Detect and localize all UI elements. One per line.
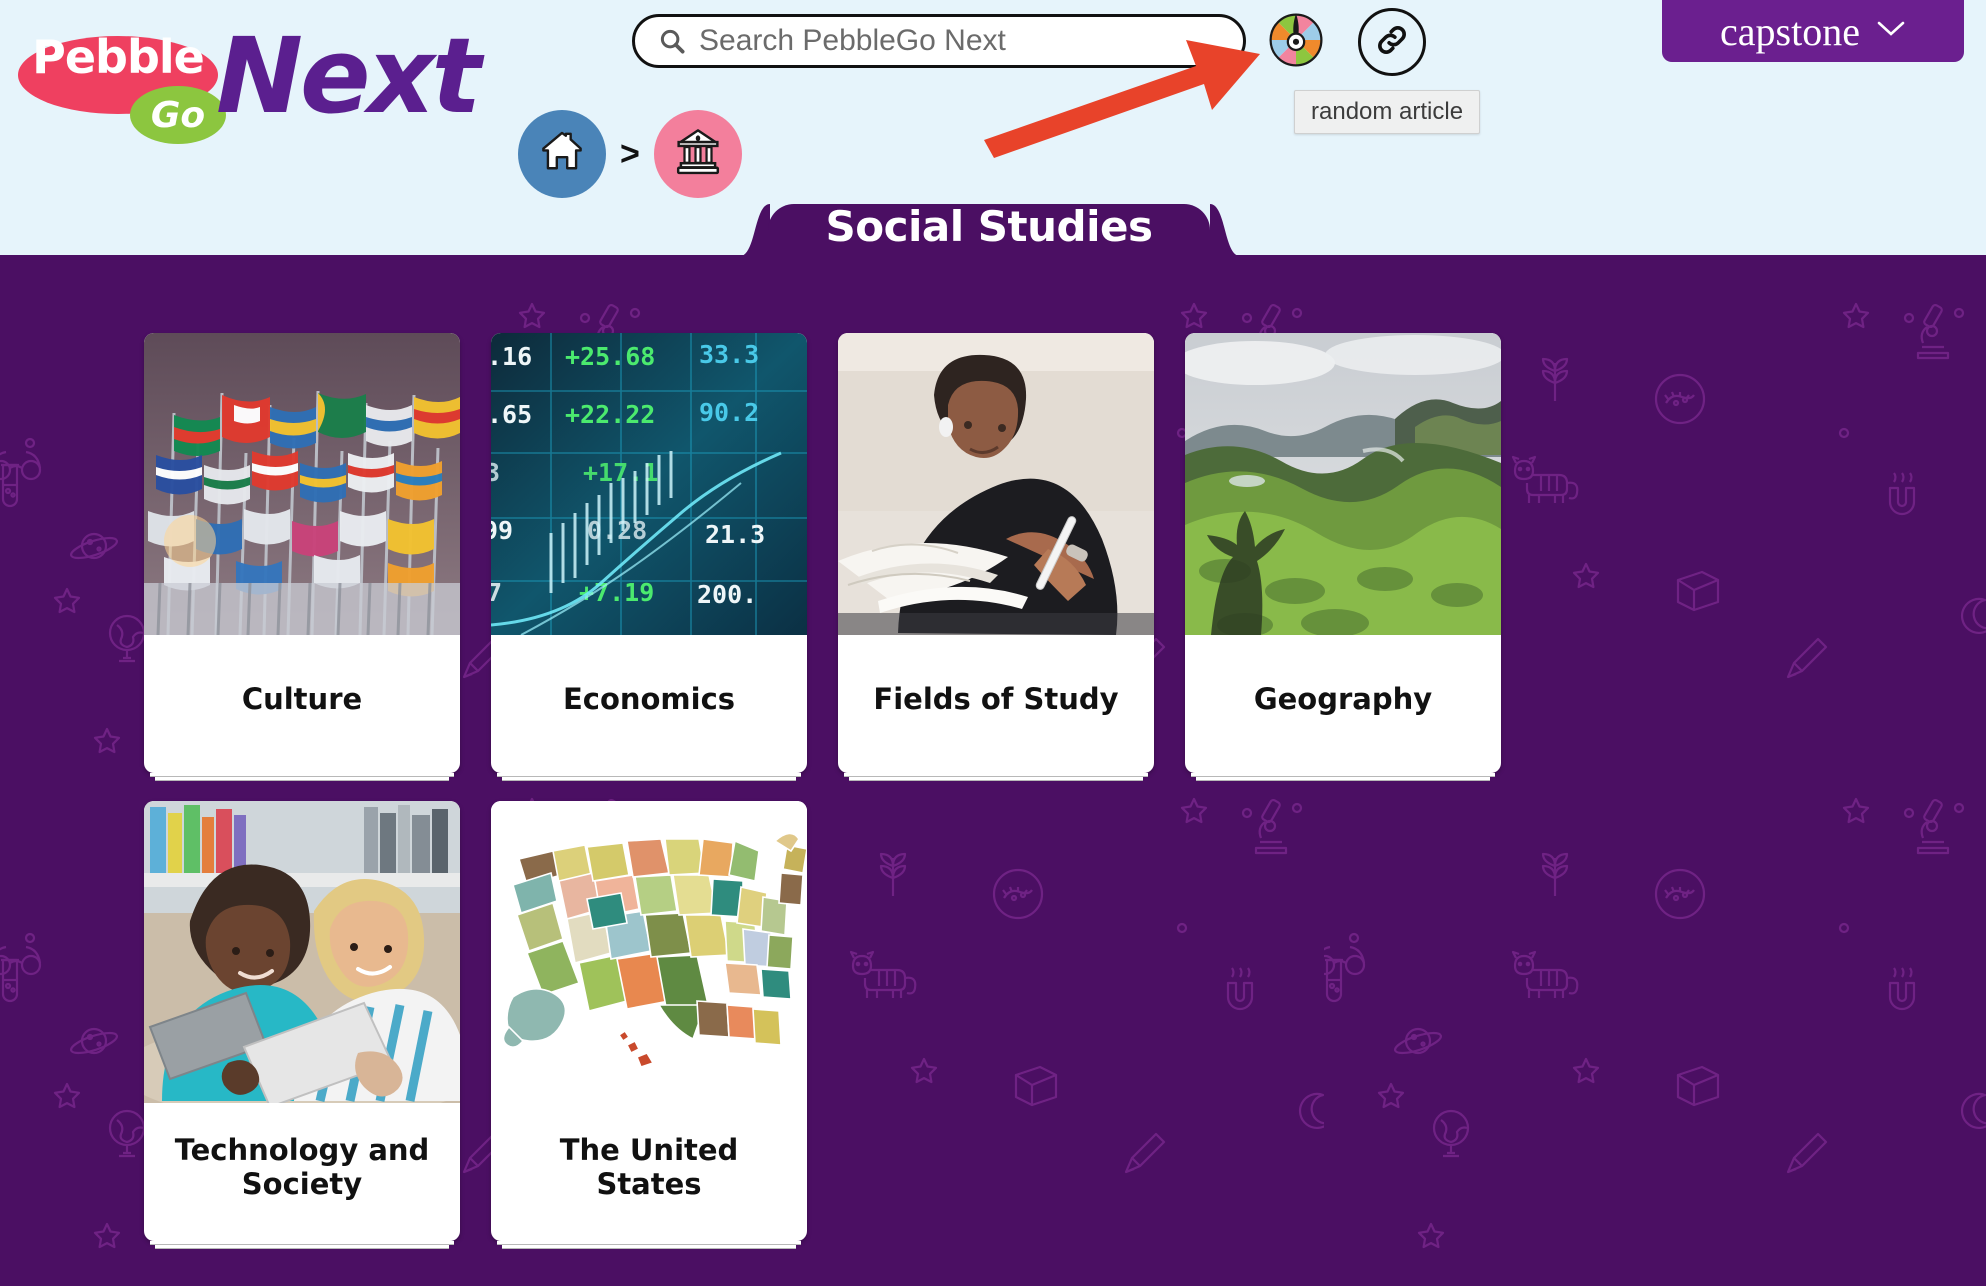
- card-stack-effect: [1191, 773, 1495, 787]
- subject-tab-social-studies[interactable]: Social Studies: [768, 201, 1210, 256]
- world-flags-photo: [144, 333, 460, 635]
- chevron-down-icon: [1876, 20, 1906, 43]
- svg-text:+22.22: +22.22: [565, 400, 655, 429]
- breadcrumb-item-social-studies[interactable]: [653, 110, 742, 198]
- svg-text:.16: .16: [491, 342, 532, 371]
- logo-next-text: Next: [216, 15, 481, 137]
- svg-text:99: 99: [491, 516, 513, 545]
- random-article-tooltip: random article: [1294, 90, 1481, 134]
- card-stack-effect: [150, 1241, 454, 1255]
- category-card-technology-and-society[interactable]: Technology and Society: [144, 801, 460, 1249]
- svg-text:.65: .65: [491, 400, 532, 429]
- breadcrumb-separator: >: [620, 134, 640, 173]
- svg-text:+25.68: +25.68: [565, 342, 655, 371]
- search-bar[interactable]: [632, 14, 1246, 68]
- spinner-wheel-icon: [1267, 11, 1325, 74]
- category-card-economics[interactable]: .16 +25.68 33.3 .65 +22.22 90.2 3 +17.1 …: [491, 333, 807, 781]
- category-card-label: Fields of Study: [873, 681, 1119, 716]
- capstone-menu-button[interactable]: capstone: [1662, 0, 1964, 62]
- subject-tab-right-ear: [1210, 204, 1240, 256]
- card-stack-effect: [497, 773, 801, 787]
- category-card-geography[interactable]: Geography: [1185, 333, 1501, 781]
- svg-text:200.: 200.: [697, 580, 757, 609]
- category-card-grid: Culture .16 +25.68 33.3 .65 +22.22 90.2 …: [144, 333, 1834, 1249]
- svg-text:0.28: 0.28: [587, 516, 647, 545]
- logo-pebble-text: Pebble: [32, 30, 205, 84]
- home-icon: [536, 126, 588, 183]
- category-card-fields-of-study[interactable]: Fields of Study: [838, 333, 1154, 781]
- main-content: Culture .16 +25.68 33.3 .65 +22.22 90.2 …: [0, 255, 1986, 1286]
- stock-ticker-photo: .16 +25.68 33.3 .65 +22.22 90.2 3 +17.1 …: [491, 333, 807, 635]
- category-card-label: The United States: [559, 1132, 739, 1201]
- category-card-label: Technology and Society: [174, 1132, 430, 1201]
- subject-tab-left-ear: [740, 204, 770, 256]
- card-stack-effect: [844, 773, 1148, 787]
- kids-with-tablets-photo: [144, 801, 460, 1103]
- united-states-map-illustration: [491, 801, 807, 1103]
- svg-text:33.3: 33.3: [699, 340, 759, 369]
- category-card-label: Geography: [1253, 681, 1433, 716]
- random-article-button[interactable]: [1262, 8, 1330, 76]
- breadcrumb-item-home[interactable]: [518, 110, 606, 198]
- category-card-the-united-states[interactable]: The United States: [491, 801, 807, 1249]
- category-card-label: Economics: [562, 681, 736, 716]
- page-header: Pebble Go Next > Search PebbleGo Next ra…: [0, 0, 1986, 256]
- search-input[interactable]: [699, 24, 1219, 58]
- svg-text:90.2: 90.2: [699, 398, 759, 427]
- link-icon: [1373, 21, 1411, 64]
- category-card-culture[interactable]: Culture: [144, 333, 460, 781]
- bank-building-icon: [671, 125, 725, 184]
- pebblego-next-logo[interactable]: Pebble Go Next: [18, 18, 508, 148]
- search-icon: [657, 26, 687, 56]
- svg-text:7: 7: [491, 578, 502, 607]
- copy-link-button[interactable]: [1358, 8, 1426, 76]
- card-stack-effect: [497, 1241, 801, 1255]
- subject-tab-label: Social Studies: [825, 201, 1153, 251]
- svg-text:3: 3: [491, 458, 500, 487]
- logo-go-text: Go: [150, 94, 206, 136]
- category-card-label: Culture: [241, 681, 363, 716]
- green-mountain-landscape-photo: [1185, 333, 1501, 635]
- capstone-label: capstone: [1720, 8, 1860, 54]
- card-stack-effect: [150, 773, 454, 787]
- svg-text:21.3: 21.3: [705, 520, 765, 549]
- breadcrumb: >: [518, 110, 742, 198]
- student-studying-photo: [838, 333, 1154, 635]
